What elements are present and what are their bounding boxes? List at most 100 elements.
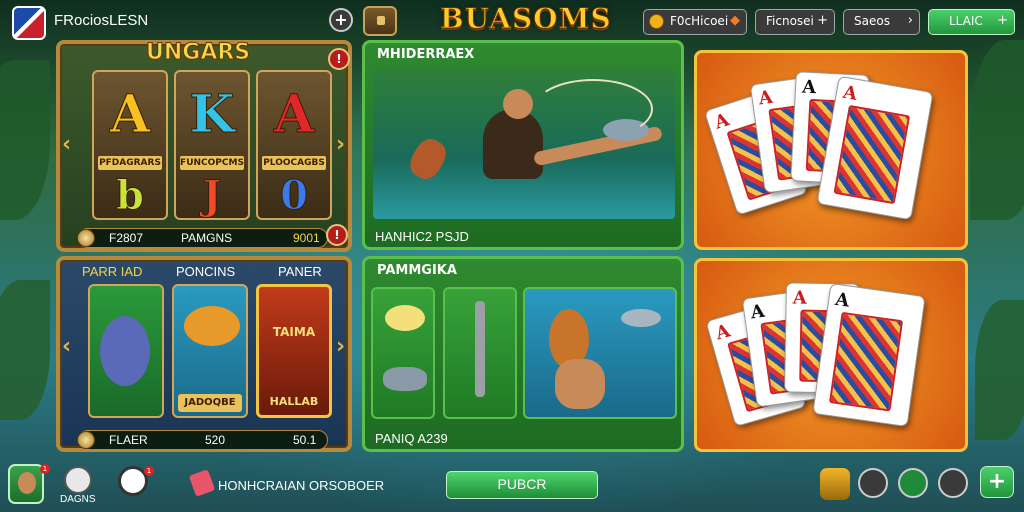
tile-caption: JADOQBE	[178, 394, 242, 412]
top-bar: FRociosLESN + BUASOMS F0cHicoei ◆ Ficnos…	[0, 0, 1024, 40]
chevron-left-icon[interactable]: ‹	[62, 132, 71, 157]
avatar-face	[18, 472, 36, 494]
fish-icon	[184, 306, 240, 346]
slot-reel: A PLOOCAGBS 0	[256, 70, 332, 220]
fishing-caption: HANHIC2 PSJD	[375, 229, 469, 244]
header-3: PANER	[278, 264, 322, 279]
fish-icon	[405, 134, 451, 184]
reel-symbol: A	[109, 84, 151, 146]
coin-icon	[77, 431, 95, 449]
primary-pill[interactable]: LLAIC +	[928, 9, 1015, 35]
info-mid: PAMGNS	[181, 231, 233, 245]
card-rank: A	[757, 86, 775, 110]
info-left: FLAER	[109, 433, 148, 447]
slots-title: UNGARS	[145, 40, 251, 66]
playing-card: A	[812, 282, 926, 428]
fishing-scene	[523, 287, 677, 419]
plus-icon: +	[997, 13, 1008, 28]
alert-badge[interactable]: !	[328, 48, 350, 70]
fishing-panel-top[interactable]: MHIDERRAEX HANHIC2 PSJD	[362, 40, 684, 250]
reel-letter: 0	[280, 172, 309, 220]
fishing-title: PAMMGIKA	[377, 263, 457, 278]
fishing-caption: PANIQ A239	[375, 431, 448, 446]
ticket-icon	[188, 469, 216, 497]
gem-icon	[649, 14, 664, 29]
flag-icon[interactable]	[12, 6, 46, 40]
fishing-panel-bottom[interactable]: PAMMGIKA PANIQ A239	[362, 256, 684, 452]
info-right: 9001	[293, 231, 320, 245]
fish-icon	[621, 309, 661, 327]
reel-caption: PLOOCAGBS	[262, 156, 326, 170]
fisherman-figure	[555, 359, 605, 409]
fishing-title: MHIDERRAEX	[377, 47, 475, 62]
shop-pill[interactable]: Ficnosei +	[755, 9, 835, 35]
settings-label: Saeos	[854, 14, 890, 28]
cards-panel-bottom[interactable]: A A A A	[694, 258, 968, 452]
slot-reel: A PFDAGRARS b	[92, 70, 168, 220]
promo-text[interactable]: HONHCRAIAN ORSOBOER	[218, 478, 384, 493]
treasure-chest-icon[interactable]	[363, 6, 397, 36]
header-2: PONCINS	[176, 264, 236, 279]
card-rank: A	[833, 288, 851, 312]
fish-tile: JADOQBE	[172, 284, 248, 418]
avatar[interactable]	[8, 464, 44, 504]
notification-badge: 1	[40, 464, 50, 474]
chevron-right-icon[interactable]: ›	[336, 132, 345, 157]
reel-caption: FUNCOPCMS	[180, 156, 244, 170]
notification-badge: 1	[144, 466, 154, 476]
card-rank: A	[713, 320, 733, 345]
stats-icon[interactable]	[64, 466, 92, 494]
tile-banner-2: HALLAB	[269, 395, 319, 408]
info-mid: 520	[205, 433, 226, 447]
reel-letter: b	[116, 172, 145, 220]
gem-icon: ◆	[730, 13, 740, 28]
fish-tile	[88, 284, 164, 418]
settings-pill[interactable]: Saeos ›	[843, 9, 920, 35]
card-rank: A	[801, 76, 817, 99]
menu-icon[interactable]	[898, 468, 928, 498]
add-button[interactable]: +	[329, 8, 353, 32]
fish-info-bar: FLAER 520 50.1	[77, 430, 328, 450]
info-right: 50.1	[293, 433, 317, 447]
chest-icon[interactable]	[820, 468, 850, 500]
settings-icon[interactable]	[858, 468, 888, 498]
fish-icon	[383, 367, 427, 391]
card-face	[828, 311, 904, 412]
cards-panel-top[interactable]: A A A A	[694, 50, 968, 250]
reel-symbol: K	[189, 84, 235, 146]
add-button[interactable]: +	[980, 466, 1014, 498]
fishing-line	[533, 79, 653, 139]
item-tile	[443, 287, 517, 419]
card-rank: A	[841, 81, 859, 105]
fish-slots-panel[interactable]: PARR IAD PONCINS PANER ‹ › JADOQBE TAIMA…	[56, 256, 352, 452]
slot-reel: K FUNCOPCMS J	[174, 70, 250, 220]
chevron-right-icon[interactable]: ›	[336, 334, 345, 359]
info-left: F2807	[109, 231, 144, 245]
tile-banner: TAIMA	[272, 325, 316, 339]
hook-icon	[475, 301, 485, 397]
fish-icon	[100, 316, 150, 386]
arrow-icon: ›	[907, 13, 913, 28]
fishing-scene	[373, 69, 675, 219]
card-rank: A	[749, 300, 767, 324]
primary-label: LLAIC	[949, 14, 983, 28]
reel-letter: J	[202, 172, 222, 220]
plus-icon: +	[817, 13, 828, 28]
currency-label: F0cHicoei	[670, 14, 729, 28]
fisherman-head	[503, 89, 533, 119]
fish-tile: TAIMA HALLAB	[256, 284, 332, 418]
app-title: FRociosLESN	[54, 12, 149, 29]
main-title: BUASOMS	[440, 2, 612, 36]
shop-label: Ficnosei	[766, 14, 814, 28]
bottom-bar: 1 DAGNS 1 HONHCRAIAN ORSOBOER PUBCR +	[0, 458, 1024, 512]
duck-icon	[385, 305, 425, 331]
close-icon[interactable]	[938, 468, 968, 498]
card-face	[833, 104, 911, 205]
chevron-left-icon[interactable]: ‹	[62, 334, 71, 359]
item-tile	[371, 287, 435, 419]
currency-pill[interactable]: F0cHicoei ◆	[643, 9, 747, 35]
alert-badge[interactable]: !	[326, 224, 348, 246]
play-button[interactable]: PUBCR	[446, 471, 598, 499]
fisherman-figure	[483, 109, 543, 179]
slots-panel[interactable]: UNGARS ! ‹ › A PFDAGRARS b K FUNCOPCMS J…	[56, 40, 352, 252]
